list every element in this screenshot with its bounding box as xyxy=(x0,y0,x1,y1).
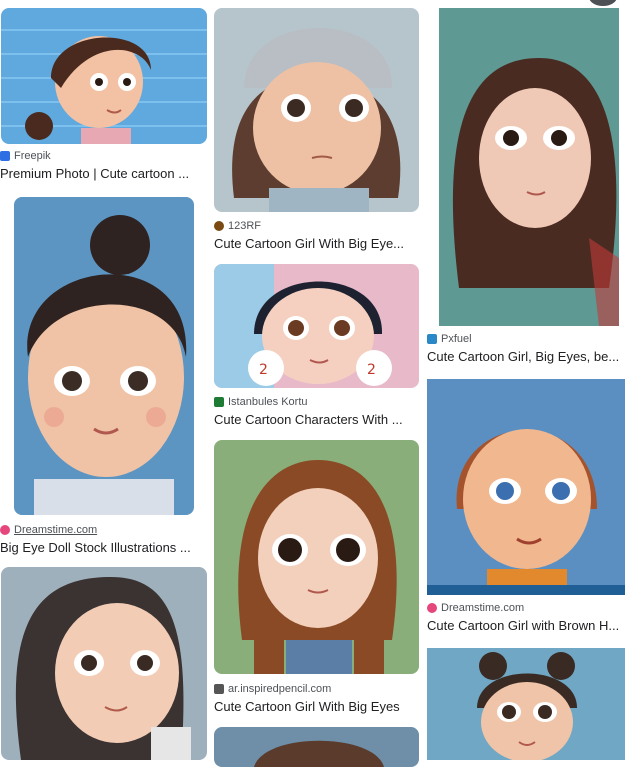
result-source-2[interactable]: Dreamstime.com xyxy=(0,523,207,537)
result-card-1[interactable]: Freepik Premium Photo | Cute cartoon ... xyxy=(0,8,207,186)
cartoon-girl-image xyxy=(14,197,194,515)
result-image-2[interactable] xyxy=(14,197,194,515)
cartoon-girl-image xyxy=(439,8,619,326)
result-card-2[interactable]: Dreamstime.com Big Eye Doll Stock Illust… xyxy=(0,195,207,555)
freepik-favicon-icon xyxy=(0,151,10,161)
result-image-8[interactable] xyxy=(439,8,619,326)
result-image-7[interactable] xyxy=(214,727,419,767)
dreamstime-favicon-icon xyxy=(427,603,437,613)
result-image-1[interactable] xyxy=(1,8,207,144)
result-image-5[interactable]: 2 2 xyxy=(214,264,419,388)
dreamstime-favicon-icon xyxy=(0,525,10,535)
svg-text:2: 2 xyxy=(259,362,268,378)
result-image-9[interactable] xyxy=(427,379,625,595)
cartoon-girl-image xyxy=(214,440,419,674)
result-title-8[interactable]: Cute Cartoon Girl, Big Eyes, be... xyxy=(427,349,625,365)
source-name: Dreamstime.com xyxy=(14,524,98,536)
cartoon-girl-image xyxy=(1,567,207,760)
result-source-1[interactable]: Freepik xyxy=(0,149,207,163)
result-card-3[interactable] xyxy=(0,567,207,760)
result-image-6[interactable] xyxy=(214,440,419,674)
result-image-10[interactable] xyxy=(427,648,625,760)
123rf-favicon-icon xyxy=(214,221,224,231)
result-source-8[interactable]: Pxfuel xyxy=(427,332,625,346)
source-name: Istanbules Kortu xyxy=(228,396,308,408)
result-card-4[interactable]: 123RF Cute Cartoon Girl With Big Eye... xyxy=(214,8,419,253)
result-title-5[interactable]: Cute Cartoon Characters With ... xyxy=(214,412,419,428)
menu-dot-icon[interactable] xyxy=(589,0,617,6)
result-source-9[interactable]: Dreamstime.com xyxy=(427,601,625,615)
result-title-2[interactable]: Big Eye Doll Stock Illustrations ... xyxy=(0,540,207,556)
cartoon-girl-image: 2 2 xyxy=(214,264,419,388)
istanbules-favicon-icon xyxy=(214,397,224,407)
result-source-4[interactable]: 123RF xyxy=(214,219,419,233)
svg-text:2: 2 xyxy=(367,362,376,378)
result-title-9[interactable]: Cute Cartoon Girl with Brown H... xyxy=(427,618,625,634)
result-card-8[interactable]: Pxfuel Cute Cartoon Girl, Big Eyes, be..… xyxy=(427,8,625,366)
result-card-9[interactable]: Dreamstime.com Cute Cartoon Girl with Br… xyxy=(427,379,625,637)
pxfuel-favicon-icon xyxy=(427,334,437,344)
result-card-10[interactable] xyxy=(427,648,625,760)
result-source-5[interactable]: Istanbules Kortu xyxy=(214,395,419,409)
source-name: Dreamstime.com xyxy=(441,602,525,614)
result-card-7[interactable] xyxy=(214,727,419,767)
source-name: Freepik xyxy=(14,150,51,162)
source-name: Pxfuel xyxy=(441,333,472,345)
result-source-6[interactable]: ar.inspiredpencil.com xyxy=(214,682,419,696)
result-image-4[interactable] xyxy=(214,8,419,212)
cartoon-girl-image xyxy=(1,8,207,144)
result-title-1[interactable]: Premium Photo | Cute cartoon ... xyxy=(0,166,207,182)
inspiredpencil-favicon-icon xyxy=(214,684,224,694)
result-title-4[interactable]: Cute Cartoon Girl With Big Eye... xyxy=(214,236,419,252)
result-card-6[interactable]: ar.inspiredpencil.com Cute Cartoon Girl … xyxy=(214,440,419,716)
cartoon-girl-image xyxy=(214,727,419,767)
result-image-3[interactable] xyxy=(1,567,207,760)
result-card-5[interactable]: 2 2 Istanbules Kortu Cute Cartoon Charac… xyxy=(214,264,419,429)
result-title-6[interactable]: Cute Cartoon Girl With Big Eyes xyxy=(214,699,419,715)
source-name: ar.inspiredpencil.com xyxy=(228,683,332,695)
source-name: 123RF xyxy=(228,220,262,232)
cartoon-girl-image xyxy=(214,8,419,212)
cartoon-girl-image xyxy=(427,648,625,760)
cartoon-girl-image xyxy=(427,379,625,595)
